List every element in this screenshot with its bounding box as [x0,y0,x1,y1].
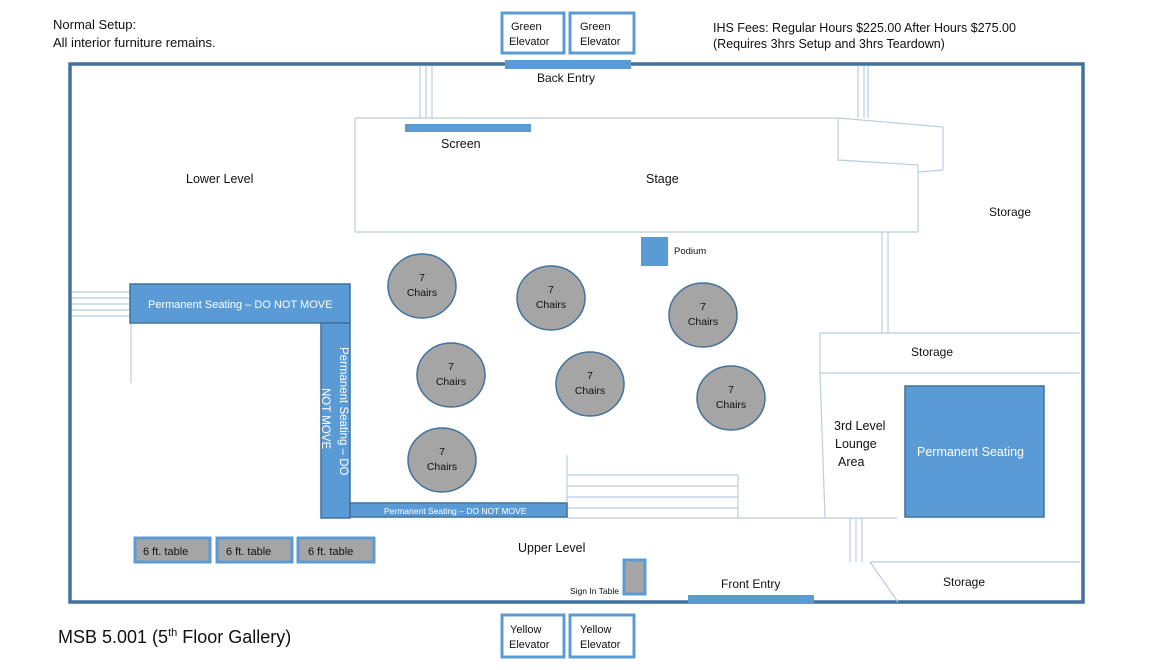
front-entry-label: Front Entry [721,577,780,591]
table-count: 7 [728,384,734,396]
table-label: Chairs [427,461,457,473]
svg-text:Elevator: Elevator [509,36,550,48]
svg-text:Elevator: Elevator [580,639,621,651]
round-table: 7 Chairs [416,342,486,408]
round-table: 7 Chairs [555,351,625,417]
lower-level-label: Lower Level [186,172,253,186]
table-label: Chairs [407,287,437,299]
round-table: 7 Chairs [668,282,738,348]
svg-text:Permanent Seating – DO NOT MOV: Permanent Seating – DO NOT MOVE [148,299,332,311]
back-entry-door [505,60,631,69]
stage-label: Stage [646,172,679,186]
svg-text:Elevator: Elevator [509,639,550,651]
fees-line1: IHS Fees: Regular Hours $225.00 After Ho… [713,21,1016,35]
round-table: 7 Chairs [407,427,477,493]
fees-line2: (Requires 3hrs Setup and 3hrs Teardown) [713,37,945,51]
storage-label: Storage [989,205,1031,219]
back-entry-label: Back Entry [537,71,595,85]
svg-text:6 ft. table: 6 ft. table [226,546,271,558]
svg-text:Green: Green [580,21,611,33]
permanent-seating-bottom: Permanent Seating – DO NOT MOVE [349,502,568,518]
svg-text:Green: Green [511,21,542,33]
podium [641,237,668,266]
screen [405,124,531,132]
yellow-elevator: Yellow Elevator [568,613,636,659]
permanent-seating-top: Permanent Seating – DO NOT MOVE [129,283,351,324]
table-count: 7 [548,284,554,296]
table-circle [387,253,457,319]
setup-title: Normal Setup: [53,17,136,32]
lounge-label: Area [838,455,864,469]
storage-bottom-label: Storage [943,575,985,589]
table-circle [696,365,766,431]
permanent-seating-vertical: Permanent Seating – DO NOT MOVE [319,322,351,519]
lounge-label: Lounge [835,437,877,451]
six-ft-table: 6 ft. table [215,536,294,564]
table-circle [555,351,625,417]
sign-in-table [622,558,647,596]
upper-level-label: Upper Level [518,541,585,555]
table-circle [668,282,738,348]
svg-text:Yellow: Yellow [580,624,611,636]
svg-text:Yellow: Yellow [510,624,541,636]
round-table: 7 Chairs [696,365,766,431]
green-elevator: Green Elevator [500,11,566,55]
svg-text:NOT MOVE: NOT MOVE [319,388,331,449]
yellow-elevator: Yellow Elevator [500,613,566,659]
setup-note: All interior furniture remains. [53,35,216,50]
floor-plan: Normal Setup: All interior furniture rem… [53,11,1085,659]
svg-text:Permanent Seating: Permanent Seating [917,445,1024,459]
six-ft-table: 6 ft. table [296,536,376,564]
storage-middle-label: Storage [911,345,953,359]
podium-label: Podium [674,246,706,257]
table-count: 7 [419,272,425,284]
svg-text:6 ft. table: 6 ft. table [143,546,188,558]
table-label: Chairs [536,299,566,311]
permanent-seating-right: Permanent Seating [904,385,1045,518]
structure-lines [72,66,1080,603]
lounge-label: 3rd Level [834,419,885,433]
svg-text:Permanent Seating – DO NOT MOV: Permanent Seating – DO NOT MOVE [384,506,527,516]
table-count: 7 [448,361,454,373]
table-count: 7 [439,446,445,458]
table-label: Chairs [688,316,718,328]
table-circle [407,427,477,493]
round-table: 7 Chairs [516,265,586,331]
table-label: Chairs [716,399,746,411]
table-count: 7 [587,370,593,382]
table-label: Chairs [436,376,466,388]
room-title: MSB 5.001 (5th Floor Gallery) [58,627,291,647]
table-circle [416,342,486,408]
table-circle [516,265,586,331]
green-elevator: Green Elevator [568,11,636,55]
svg-text:Permanent Seating – DO: Permanent Seating – DO [337,347,349,476]
screen-label: Screen [441,137,481,151]
table-count: 7 [700,301,706,313]
svg-text:Elevator: Elevator [580,36,621,48]
table-label: Chairs [575,385,605,397]
sign-in-table-label: Sign In Table [570,586,619,596]
svg-text:6 ft. table: 6 ft. table [308,546,353,558]
round-table: 7 Chairs [387,253,457,319]
six-ft-table: 6 ft. table [133,536,212,564]
front-entry-door [688,595,814,603]
